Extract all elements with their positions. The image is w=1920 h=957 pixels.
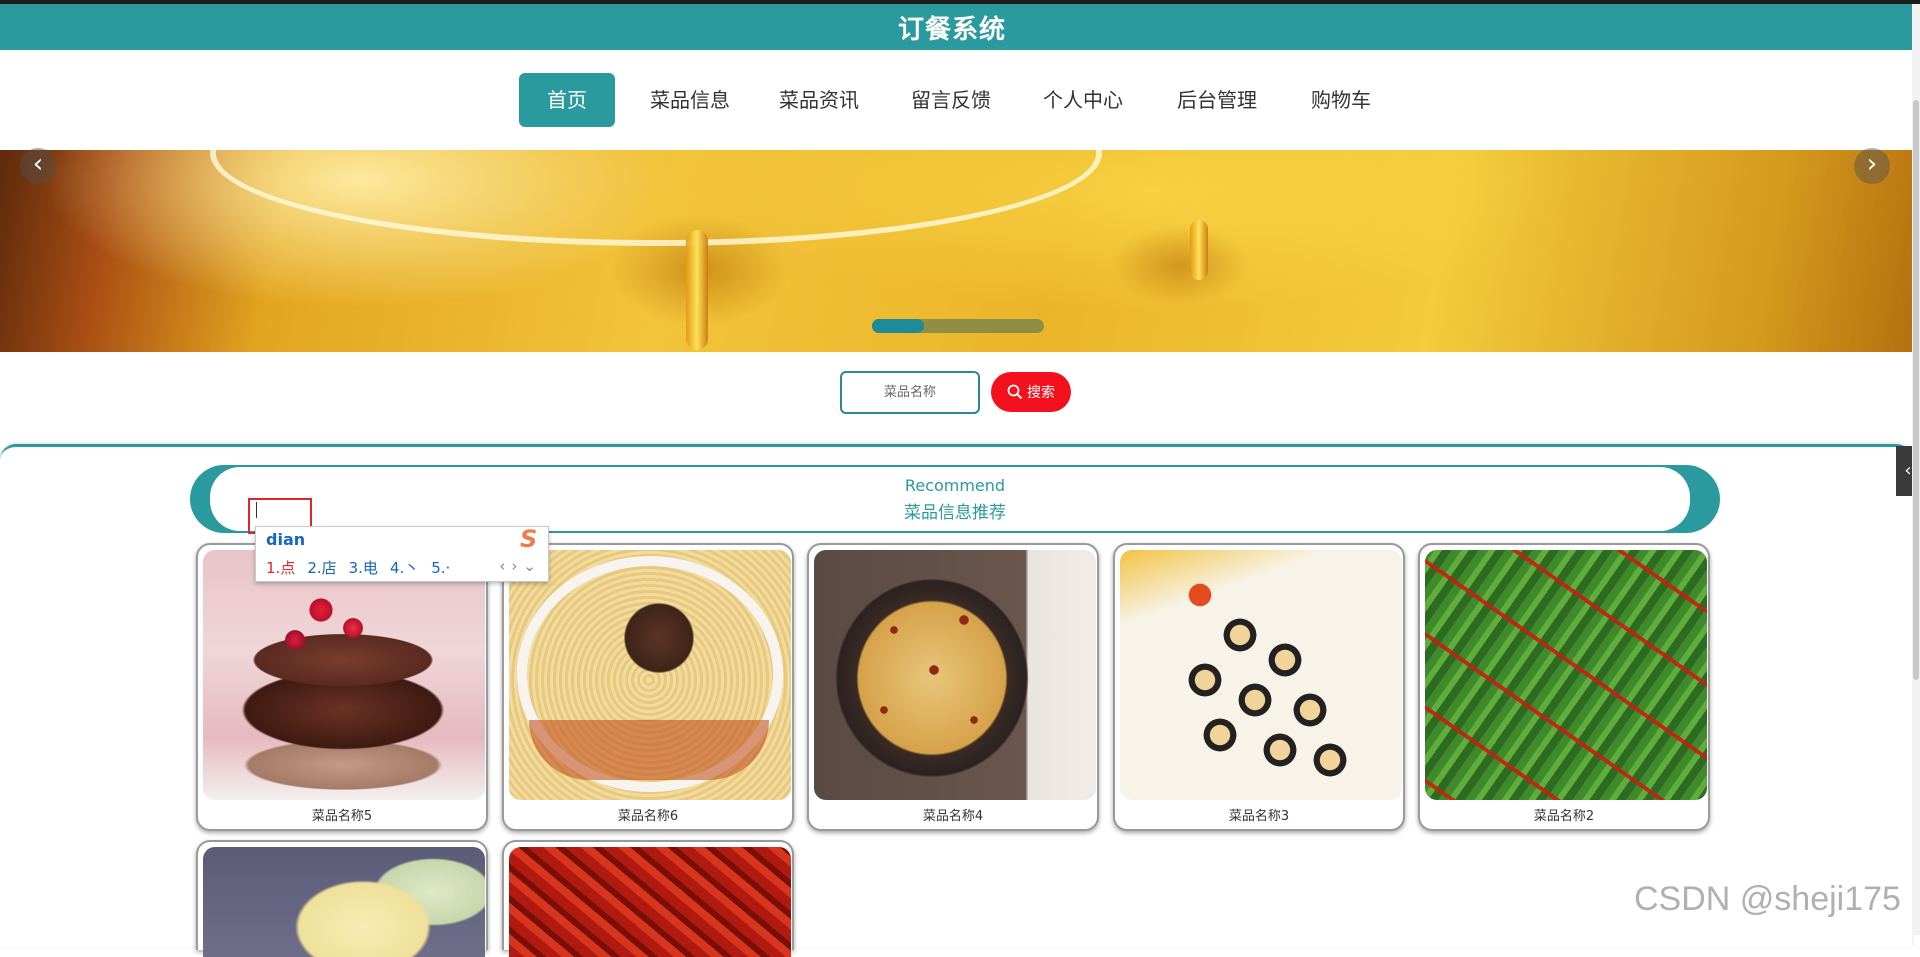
dish-card[interactable]: 菜品名称4: [807, 543, 1099, 831]
text-cursor: [256, 502, 257, 518]
ime-page-controls[interactable]: ‹›⌄: [499, 557, 542, 575]
scrollbar-thumb[interactable]: [1913, 100, 1919, 680]
chevron-right-icon[interactable]: ›: [1854, 148, 1890, 184]
dish-name[interactable]: 菜品名称6: [504, 805, 792, 824]
nav-item-admin[interactable]: 后台管理: [1169, 73, 1265, 127]
ime-candidate-list: 1.点 2.店 3.电 4.丶 5.·: [266, 557, 462, 578]
nav-item-home[interactable]: 首页: [519, 73, 615, 127]
search-icon: [1007, 384, 1023, 400]
dish-name[interactable]: 菜品名称5: [198, 805, 486, 824]
chili-broth: [529, 720, 769, 780]
sogou-logo-icon: S: [520, 525, 538, 553]
header-bar: 订餐系统: [0, 4, 1912, 50]
watermark: CSDN @sheji175: [1634, 880, 1901, 918]
nav-item-feedback[interactable]: 留言反馈: [903, 73, 999, 127]
dish-image-tofu: [203, 847, 485, 957]
ime-candidate[interactable]: 1.点: [266, 559, 295, 577]
dish-image-green-beans: [1425, 550, 1707, 800]
ime-candidate-window: dian S 1.点 2.店 3.电 4.丶 5.· ‹›⌄: [255, 525, 549, 582]
dish-name[interactable]: 菜品名称3: [1115, 805, 1403, 824]
nav-item-personal-center[interactable]: 个人中心: [1035, 73, 1131, 127]
dish-image-noodles: [509, 550, 791, 800]
ime-candidate[interactable]: 3.电: [349, 559, 378, 577]
nav-item-cart[interactable]: 购物车: [1293, 73, 1389, 127]
oil-drip: [686, 230, 708, 350]
dish-card[interactable]: [196, 840, 488, 957]
dish-card[interactable]: 菜品名称3: [1113, 543, 1405, 831]
nav-item-dish-news[interactable]: 菜品资讯: [771, 73, 867, 127]
oil-ladle-rim: [210, 150, 1102, 246]
search-button-label: 搜索: [1027, 385, 1055, 401]
dish-image-sushi: [1120, 550, 1402, 800]
recommend-title-cn: 菜品信息推荐: [904, 503, 1006, 523]
ime-candidate[interactable]: 2.店: [307, 559, 336, 577]
dish-name-search-input[interactable]: [840, 371, 980, 414]
main-nav: 首页 菜品信息 菜品资讯 留言反馈 个人中心 后台管理 购物车: [0, 50, 1912, 150]
chevron-left-icon[interactable]: ‹: [20, 148, 56, 184]
ime-candidate[interactable]: 4.丶: [390, 559, 419, 577]
dish-card[interactable]: [502, 840, 794, 957]
site-title: 订餐系统: [897, 14, 1006, 45]
dish-image-cake: [203, 550, 485, 800]
carousel-indicator-active[interactable]: [872, 319, 924, 333]
dish-name[interactable]: 菜品名称4: [809, 805, 1097, 824]
dish-name[interactable]: 菜品名称2: [1420, 805, 1708, 824]
nav-item-dish-info[interactable]: 菜品信息: [642, 73, 738, 127]
oil-drip: [1190, 220, 1208, 280]
dish-card[interactable]: 菜品名称5: [196, 543, 488, 831]
dish-card[interactable]: 菜品名称6: [502, 543, 794, 831]
dish-card[interactable]: 菜品名称2: [1418, 543, 1710, 831]
dish-image-crayfish: [509, 847, 791, 957]
dish-image-pizza: [814, 550, 1096, 800]
ime-candidate[interactable]: 5.·: [431, 559, 450, 577]
ime-pinyin: dian: [266, 530, 306, 549]
recommend-title-en: Recommend: [904, 476, 1006, 495]
search-button[interactable]: 搜索: [991, 372, 1071, 412]
